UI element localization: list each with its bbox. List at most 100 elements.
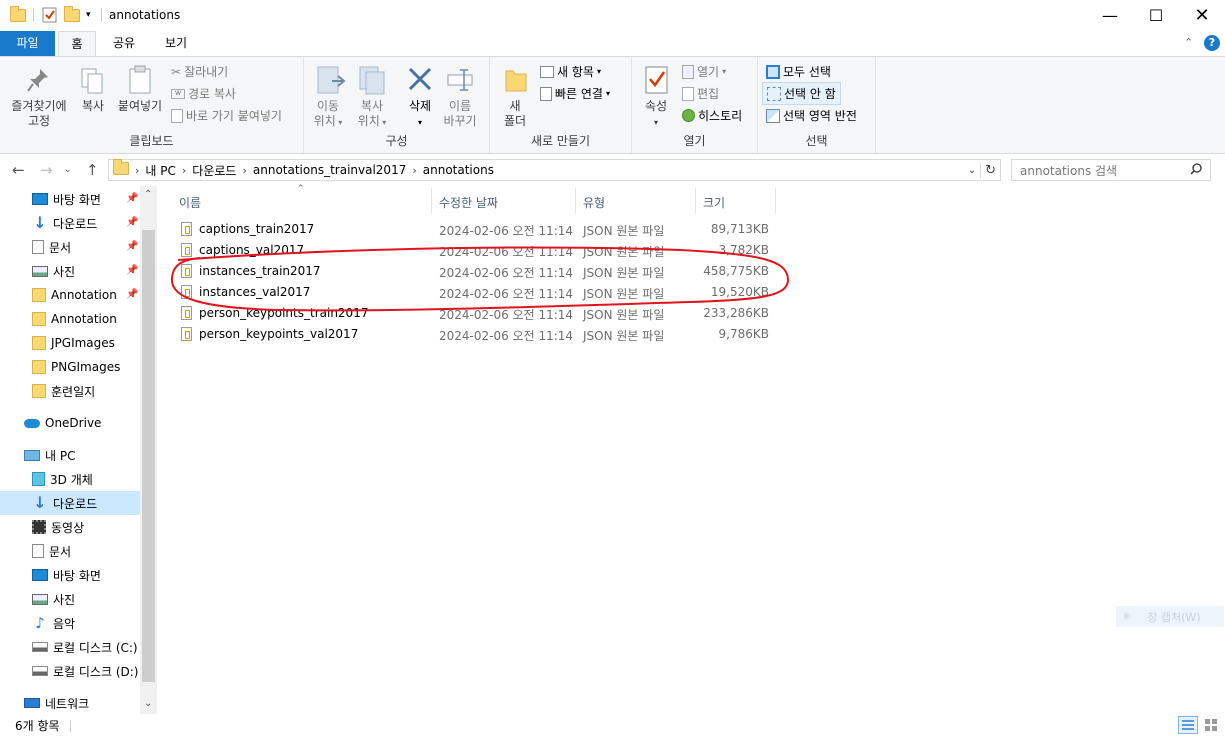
column-divider[interactable] [575, 188, 576, 214]
history-icon [682, 109, 695, 122]
pin-to-quick-access-button[interactable]: 즐겨찾기에 고정 [6, 99, 72, 129]
open-group-label: 열기 [683, 134, 706, 148]
nav-item-videos[interactable]: 동영상 [32, 516, 172, 538]
copy-to-button[interactable]: 복사 위치 ▾ [352, 99, 392, 130]
breadcrumb-annotations[interactable]: annotations [419, 163, 498, 177]
help-icon[interactable]: ? [1204, 35, 1220, 51]
file-row[interactable]: person_keypoints_val2017 2024-02-06 오전 11… [175, 324, 775, 345]
recent-locations-icon[interactable]: ⌄ [64, 165, 72, 175]
delete-button[interactable]: 삭제 ▾ [402, 99, 438, 130]
up-arrow-icon[interactable]: ↑ [86, 161, 99, 179]
close-button[interactable]: ✕ [1179, 0, 1225, 31]
divider [33, 8, 34, 22]
large-icons-view-icon[interactable] [1203, 717, 1219, 733]
window-snip-tooltip[interactable]: ✳ 창 캡처(W) [1116, 606, 1224, 627]
nav-item-training-log[interactable]: 훈련일지 [32, 380, 172, 402]
select-none-button[interactable]: 선택 안 함 [762, 82, 841, 105]
back-arrow-icon[interactable]: ← [12, 161, 25, 179]
nav-item-downloads-pc[interactable]: ↓ 다운로드 [32, 492, 172, 514]
tab-share[interactable]: 공유 [104, 31, 144, 56]
title-bar: ▾ annotations — ☐ ✕ [0, 0, 1225, 31]
tab-file[interactable]: 파일 [0, 31, 55, 56]
customize-quick-access-icon[interactable]: ▾ [86, 6, 91, 24]
column-header-date[interactable]: 수정한 날짜 [439, 190, 575, 216]
select-all-icon [766, 64, 780, 79]
json-file-icon [181, 222, 192, 236]
open-group: 속성 ▾ 열기 ▾ 편집 히스토리 열기 [632, 57, 758, 153]
maximize-button[interactable]: ☐ [1133, 0, 1179, 31]
minimize-button[interactable]: — [1087, 0, 1133, 31]
nav-item-documents-pc[interactable]: 문서 [32, 540, 172, 562]
search-placeholder: annotations 검색 [1020, 163, 1118, 178]
history-button[interactable]: 히스토리 [682, 107, 742, 124]
new-folder-button[interactable]: 새 폴더 [496, 99, 534, 129]
organize-group: 이동 위치 ▾ 복사 위치 ▾ 삭제 ▾ 이름 바꾸기 구성 [304, 57, 490, 153]
column-divider[interactable] [695, 188, 696, 214]
edit-button[interactable]: 편집 [682, 85, 719, 102]
properties-quick-icon[interactable] [42, 6, 58, 24]
column-header-type[interactable]: 유형 [583, 190, 693, 216]
column-header-name[interactable]: 이름 [179, 190, 431, 216]
tab-home[interactable]: 홈 [58, 31, 96, 57]
json-file-icon [181, 327, 192, 341]
desktop-icon [32, 569, 48, 581]
copy-button[interactable]: 복사 [76, 99, 110, 114]
copy-path-button[interactable]: W 경로 복사 [171, 85, 236, 102]
collapse-ribbon-icon[interactable]: ⌃ [1184, 36, 1193, 49]
forward-arrow-icon[interactable]: → [40, 161, 53, 179]
nav-item-annotation-pinned[interactable]: Annotation [32, 284, 172, 306]
nav-item-desktop[interactable]: 바탕 화면 [32, 188, 172, 210]
move-to-button[interactable]: 이동 위치 ▾ [308, 99, 348, 130]
column-divider[interactable] [775, 188, 776, 214]
address-box[interactable]: › 내 PC › 다운로드 › annotations_trainval2017… [108, 159, 1001, 181]
address-dropdown-icon[interactable]: ⌄ [964, 165, 980, 176]
nav-item-onedrive[interactable]: OneDrive [24, 412, 164, 434]
nav-item-desktop-pc[interactable]: 바탕 화면 [32, 564, 172, 586]
column-divider[interactable] [431, 188, 432, 214]
cut-button[interactable]: ✂ 잘라내기 [171, 63, 228, 80]
column-header-size[interactable]: 크기 [703, 190, 773, 216]
nav-item-jpgimages[interactable]: JPGImages [32, 332, 172, 354]
download-icon: ↓ [33, 213, 47, 232]
chevron-right-icon[interactable]: › [240, 164, 248, 177]
open-button[interactable]: 열기 ▾ [682, 63, 726, 80]
nav-item-music[interactable]: ♪ 음악 [32, 612, 172, 634]
easy-access-button[interactable]: 빠른 연결 ▾ [540, 85, 610, 102]
nav-item-drive-c[interactable]: 로컬 디스크 (C:) [32, 636, 172, 658]
clipboard-group-label: 클립보드 [129, 134, 174, 148]
new-folder-quick-icon[interactable] [64, 5, 80, 24]
ribbon: 즐겨찾기에 고정 복사 붙여넣기 ✂ 잘라내기 W 경로 복사 바로 가기 붙여넣기 … [0, 56, 1225, 154]
tab-view[interactable]: 보기 [156, 31, 196, 56]
refresh-icon[interactable]: ↻ [980, 162, 1000, 178]
nav-item-documents[interactable]: 문서 [32, 236, 172, 258]
snip-icon: ✳ [1122, 610, 1132, 623]
nav-item-3d-objects[interactable]: 3D 개체 [32, 468, 172, 490]
chevron-right-icon[interactable]: › [410, 164, 418, 177]
nav-item-pictures[interactable]: 사진 [32, 260, 172, 282]
invert-selection-button[interactable]: 선택 영역 반전 [766, 107, 857, 124]
select-all-button[interactable]: 모두 선택 [766, 63, 831, 80]
file-row[interactable]: captions_train2017 2024-02-06 오전 11:14 JSO… [175, 219, 775, 240]
nav-item-pictures-pc[interactable]: 사진 [32, 588, 172, 610]
paste-button[interactable]: 붙여넣기 [114, 99, 166, 114]
new-folder-icon [504, 67, 528, 96]
properties-button[interactable]: 속성 ▾ [638, 99, 674, 130]
nav-item-pngimages[interactable]: PNGImages [32, 356, 172, 378]
rename-button[interactable]: 이름 바꾸기 [440, 99, 480, 129]
nav-item-drive-d[interactable]: 로컬 디스크 (D:) [32, 660, 172, 682]
paste-shortcut-button[interactable]: 바로 가기 붙여넣기 [171, 107, 282, 124]
breadcrumb-trainval[interactable]: annotations_trainval2017 [249, 163, 410, 177]
new-item-button[interactable]: 새 항목 ▾ [540, 63, 601, 80]
nav-item-downloads[interactable]: ↓ 다운로드 [32, 212, 172, 234]
search-icon [1190, 162, 1202, 178]
breadcrumb-thispc[interactable]: 내 PC [141, 162, 179, 179]
chevron-right-icon[interactable]: › [180, 164, 188, 177]
nav-item-thispc[interactable]: 내 PC [24, 444, 164, 466]
nav-item-annotation[interactable]: Annotation [32, 308, 172, 330]
edit-icon [682, 86, 694, 101]
search-input[interactable]: annotations 검색 [1011, 159, 1211, 181]
details-view-icon[interactable] [1178, 716, 1198, 734]
nav-item-network[interactable]: 네트워크 [24, 692, 164, 714]
annotation-circle [170, 246, 790, 312]
breadcrumb-downloads[interactable]: 다운로드 [188, 162, 240, 179]
